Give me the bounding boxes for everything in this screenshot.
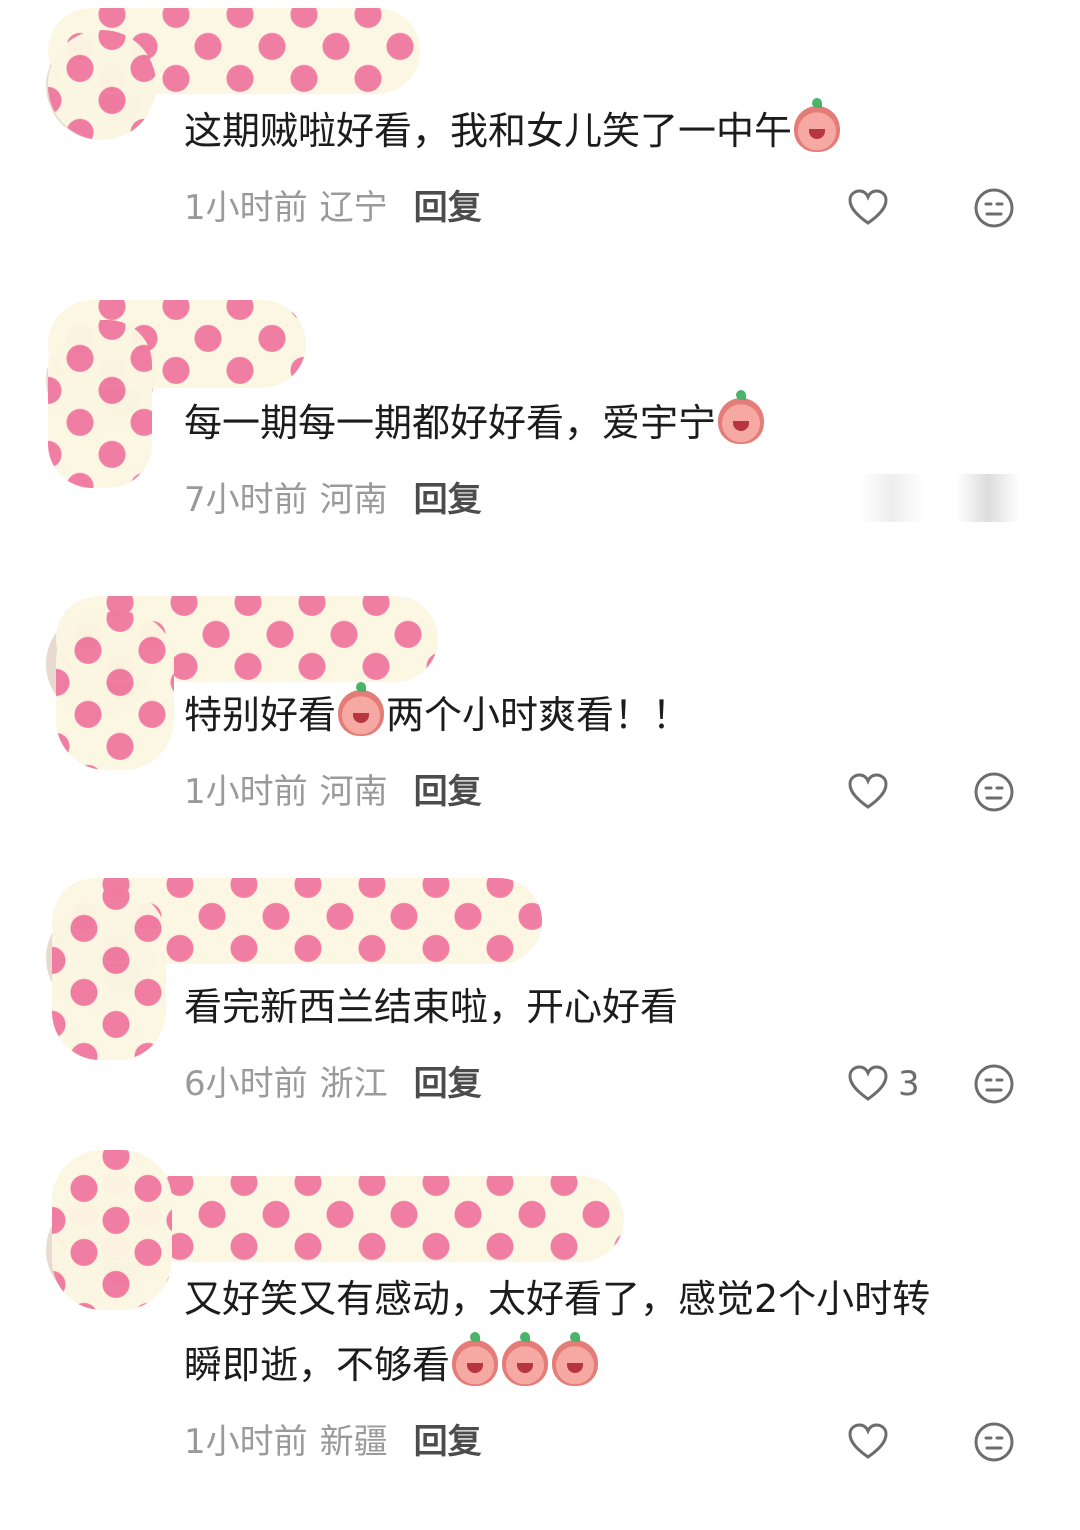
neutral-face-icon: [974, 1422, 1014, 1462]
comment-region: 新疆: [319, 1422, 388, 1462]
reply-button[interactable]: 回复: [414, 1422, 482, 1462]
comment-meta: 1小时前 新疆 回复: [184, 1420, 482, 1464]
comment-text: 特别好看 两个小时爽看！！: [184, 682, 1010, 748]
like-button[interactable]: 3: [846, 1062, 926, 1106]
comment-meta: 7小时前 河南 回复: [184, 478, 482, 522]
like-count: 3: [898, 1064, 920, 1104]
comment-text: 看完新西兰结束啦，开心好看: [184, 985, 679, 1029]
cry-emoji: [452, 1332, 499, 1386]
heart-icon: [848, 1423, 888, 1459]
cry-emoji: [502, 1332, 549, 1386]
reply-button[interactable]: 回复: [414, 480, 482, 520]
username-redaction-sticker: [48, 320, 152, 488]
dislike-button[interactable]: [972, 1420, 1016, 1464]
comment-meta: 6小时前 浙江 回复: [184, 1062, 482, 1106]
username-redaction-sticker: [56, 612, 174, 770]
cry-emoji: [552, 1332, 599, 1386]
neutral-face-icon: [974, 188, 1014, 228]
neutral-face-icon: [974, 772, 1014, 812]
dislike-button[interactable]: [972, 186, 1016, 230]
comment-region: 河南: [319, 480, 388, 520]
reply-button[interactable]: 回复: [414, 1064, 482, 1104]
comment-text: 每一期每一期都好好看，爱宇宁: [184, 390, 1010, 456]
comment-time: 6小时前: [184, 1064, 308, 1104]
kiss-emoji: [718, 390, 765, 444]
username-redaction-sticker: [52, 890, 166, 1060]
comment-region: 辽宁: [319, 188, 388, 228]
comment-text-line: 瞬即逝，不够看: [184, 1332, 1010, 1398]
comment-time: 1小时前: [184, 188, 308, 228]
comment-region: 河南: [319, 772, 388, 812]
dislike-button[interactable]: [972, 770, 1016, 814]
username-redaction-sticker: [48, 30, 156, 140]
comment-meta: 1小时前 河南 回复: [184, 770, 482, 814]
comment-time: 1小时前: [184, 772, 308, 812]
comment-time: 1小时前: [184, 1422, 308, 1462]
like-button[interactable]: [846, 1420, 926, 1464]
cry-laugh-emoji: [794, 98, 841, 152]
comment-time: 7小时前: [184, 480, 308, 520]
username-redaction-sticker: [52, 1150, 172, 1310]
comment-meta: 1小时前 辽宁 回复: [184, 186, 482, 230]
heart-icon: [848, 773, 888, 809]
like-dislike-placeholder: [860, 474, 1020, 522]
comment-text: 又好笑又有感动，太好看了，感觉2个小时转 瞬即逝，不够看: [184, 1266, 1010, 1398]
reply-button[interactable]: 回复: [414, 188, 482, 228]
comment-text: 这期贼啦好看，我和女儿笑了一中午: [184, 98, 1010, 164]
dislike-button[interactable]: [972, 1062, 1016, 1106]
comment-region: 浙江: [319, 1064, 388, 1104]
reply-button[interactable]: 回复: [414, 772, 482, 812]
comment-text-line: 又好笑又有感动，太好看了，感觉2个小时转: [184, 1277, 931, 1321]
laugh-emoji: [338, 682, 385, 736]
heart-icon: [848, 189, 888, 225]
neutral-face-icon: [974, 1064, 1014, 1104]
heart-icon: [848, 1065, 888, 1101]
like-button[interactable]: [846, 770, 926, 814]
like-button[interactable]: [846, 186, 926, 230]
